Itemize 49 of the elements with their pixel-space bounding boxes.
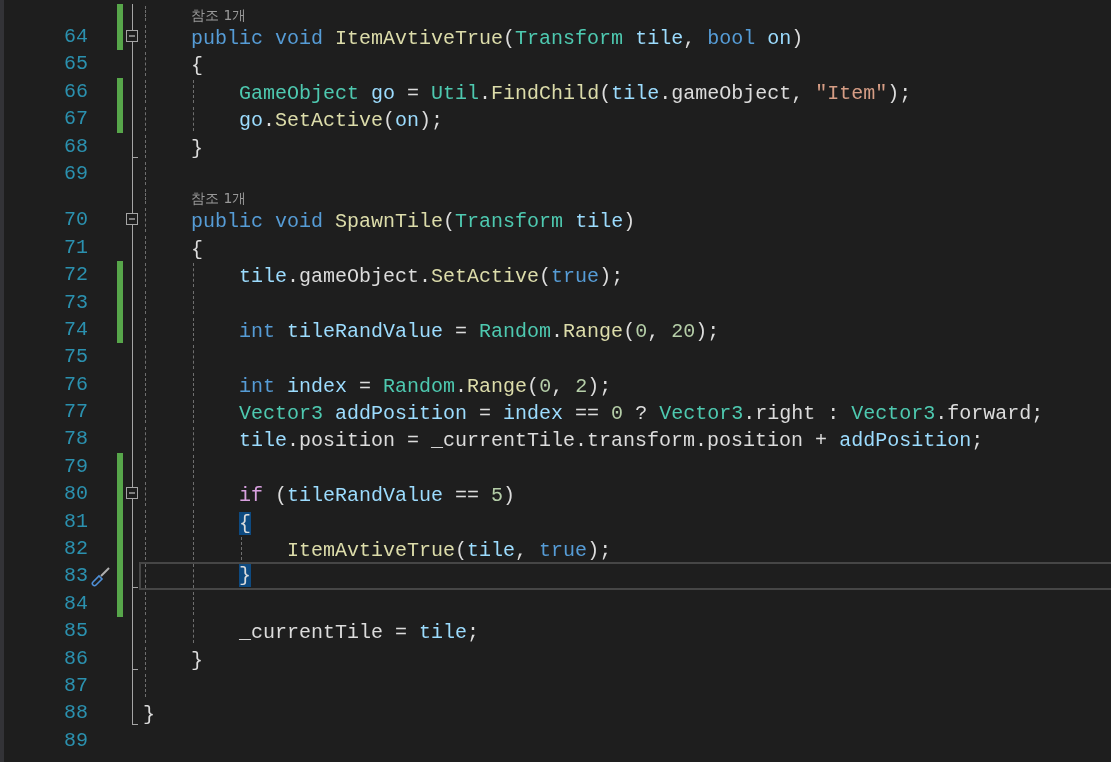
- line-number: 80: [63, 481, 88, 508]
- code-line: {: [190, 54, 203, 78]
- code-line: tile.gameObject.SetActive(true);: [238, 265, 624, 289]
- line-number: 79: [63, 453, 88, 480]
- collapse-icon[interactable]: [126, 213, 138, 226]
- line-number: 70: [63, 207, 88, 234]
- line-number: 81: [63, 508, 88, 535]
- line-number: 64: [63, 24, 88, 50]
- line-number: 67: [63, 106, 88, 133]
- line-number: 68: [63, 133, 88, 160]
- code-line: }: [190, 648, 203, 672]
- line-number: 84: [63, 590, 88, 617]
- code-line: public void SpawnTile(Transform tile): [190, 210, 636, 234]
- line-number: 71: [63, 234, 88, 261]
- line-number: 66: [63, 78, 88, 105]
- reference-count-link[interactable]: 참조 1개: [191, 189, 247, 209]
- line-number: 76: [63, 371, 88, 398]
- line-number: 74: [63, 316, 88, 343]
- code-line: if (tileRandValue == 5): [238, 484, 516, 508]
- collapse-icon[interactable]: [126, 30, 138, 42]
- line-number: 87: [63, 673, 88, 699]
- code-line: {: [190, 237, 203, 262]
- screwdriver-icon[interactable]: [90, 565, 112, 588]
- collapse-icon[interactable]: [126, 487, 138, 500]
- code-line: }: [190, 136, 203, 160]
- code-line: public void ItemAvtiveTrue(Transform tile, bool on): [190, 27, 804, 51]
- line-number: 77: [63, 399, 88, 426]
- code-line: go.SetActive(on);: [238, 109, 444, 133]
- code-line: }: [143, 703, 155, 727]
- line-number: 72: [63, 262, 88, 289]
- line-number: 82: [63, 536, 88, 563]
- code-line: tile.position = _currentTile.transform.position + addPosition;: [238, 429, 984, 453]
- line-number: 88: [63, 700, 88, 727]
- code-line: GameObject go = Util.FindChild(tile.gameObject, "Item");: [238, 81, 912, 106]
- code-line: int tileRandValue = Random.Range(0, 20);: [238, 319, 720, 344]
- line-number: 75: [63, 344, 88, 371]
- line-number: 69: [63, 160, 88, 187]
- line-number: 65: [63, 51, 88, 78]
- line-number: 89: [63, 727, 88, 754]
- line-number: 83: [63, 563, 88, 590]
- code-line: _currentTile = tile;: [238, 621, 480, 645]
- line-number: 73: [63, 289, 88, 316]
- code-line: int index = Random.Range(0, 2);: [238, 374, 612, 399]
- line-number: 78: [63, 426, 88, 453]
- code-line: Vector3 addPosition = index == 0 ? Vector3.right : Vector3.forward;: [238, 402, 1044, 426]
- line-number: 86: [63, 645, 88, 672]
- line-number: 85: [63, 618, 88, 645]
- code-line: ItemAvtiveTrue(tile, true);: [286, 539, 612, 563]
- reference-count-link[interactable]: 참조 1개: [191, 6, 247, 25]
